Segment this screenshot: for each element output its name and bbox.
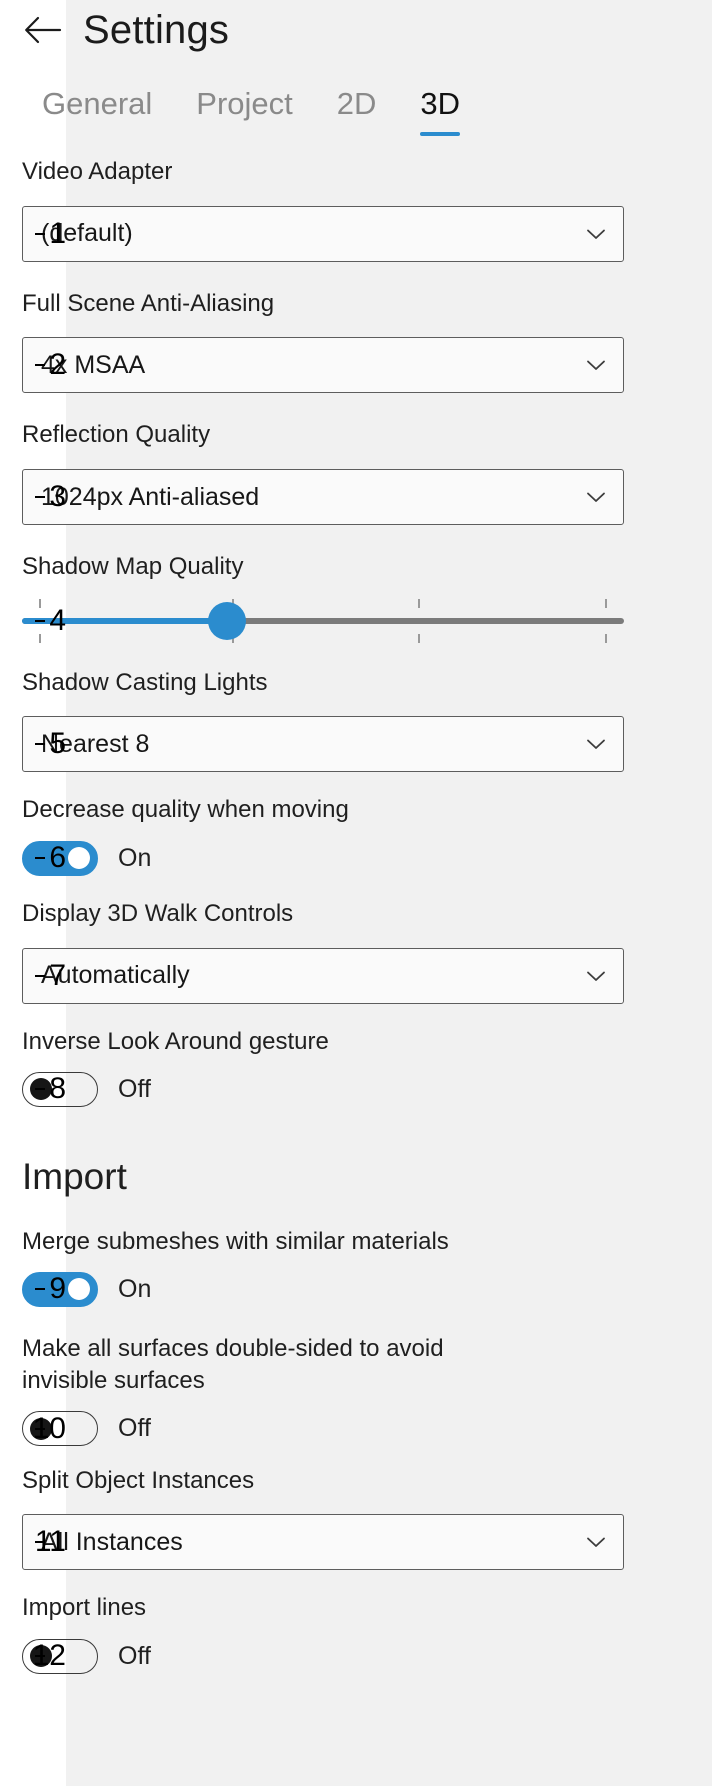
toggle-knob bbox=[68, 1278, 90, 1300]
dropdown-full-scene-anti-aliasing-value: 4x MSAA bbox=[41, 351, 583, 380]
toggle-inverse-look-around-gesture-state: Off bbox=[118, 1075, 151, 1104]
toggle-double-sided[interactable] bbox=[22, 1411, 98, 1446]
dropdown-shadow-casting-lights-value: Nearest 8 bbox=[41, 730, 583, 759]
chevron-down-icon bbox=[583, 484, 609, 510]
dropdown-reflection-quality[interactable]: 1024px Anti-aliased bbox=[22, 469, 624, 525]
toggle-merge-submeshes[interactable] bbox=[22, 1272, 98, 1307]
dropdown-video-adapter[interactable]: (default) bbox=[22, 206, 624, 262]
row-inverse-look-around-gesture: Off bbox=[0, 1067, 646, 1111]
slider-tick bbox=[418, 599, 420, 608]
label-shadow-map-quality: Shadow Map Quality bbox=[0, 551, 646, 583]
dropdown-video-adapter-value: (default) bbox=[41, 219, 583, 248]
slider-tick bbox=[39, 599, 41, 608]
toggle-merge-submeshes-state: On bbox=[118, 1275, 151, 1304]
row-double-sided: Off bbox=[0, 1407, 646, 1451]
label-import-lines: Import lines bbox=[0, 1592, 646, 1624]
label-video-adapter: Video Adapter bbox=[0, 156, 646, 188]
dropdown-display-3d-walk-controls-value: Automatically bbox=[41, 961, 583, 990]
slider-shadow-map-quality[interactable] bbox=[22, 597, 624, 645]
slider-tick bbox=[418, 634, 420, 643]
slider-tick bbox=[605, 599, 607, 608]
toggle-knob bbox=[30, 1645, 52, 1667]
toggle-decrease-quality-when-moving-state: On bbox=[118, 844, 151, 873]
dropdown-full-scene-anti-aliasing[interactable]: 4x MSAA bbox=[22, 337, 624, 393]
dropdown-display-3d-walk-controls[interactable]: Automatically bbox=[22, 948, 624, 1004]
toggle-decrease-quality-when-moving[interactable] bbox=[22, 841, 98, 876]
section-heading-import: Import bbox=[0, 1155, 646, 1199]
page-title: Settings bbox=[83, 10, 229, 50]
settings-header: Settings bbox=[21, 8, 229, 52]
row-merge-submeshes: On bbox=[0, 1267, 646, 1311]
toggle-inverse-look-around-gesture[interactable] bbox=[22, 1072, 98, 1107]
slider-tick bbox=[605, 634, 607, 643]
toggle-double-sided-state: Off bbox=[118, 1414, 151, 1443]
label-shadow-casting-lights: Shadow Casting Lights bbox=[0, 667, 646, 699]
screenshot-root: Settings General Project 2D 3D Video Ada… bbox=[0, 0, 712, 1786]
label-split-object-instances: Split Object Instances bbox=[0, 1465, 646, 1497]
slider-tick bbox=[39, 634, 41, 643]
settings-tabs: General Project 2D 3D bbox=[20, 86, 482, 136]
chevron-down-icon bbox=[583, 352, 609, 378]
toggle-import-lines[interactable] bbox=[22, 1639, 98, 1674]
toggle-knob bbox=[30, 1418, 52, 1440]
label-decrease-quality-when-moving: Decrease quality when moving bbox=[0, 794, 646, 826]
toggle-knob bbox=[30, 1078, 52, 1100]
tab-project[interactable]: Project bbox=[174, 86, 314, 136]
label-reflection-quality: Reflection Quality bbox=[0, 419, 646, 451]
tab-3d[interactable]: 3D bbox=[398, 86, 482, 136]
chevron-down-icon bbox=[583, 221, 609, 247]
dropdown-split-object-instances-value: All Instances bbox=[41, 1528, 583, 1557]
arrow-left-icon[interactable] bbox=[21, 8, 65, 52]
dropdown-shadow-casting-lights[interactable]: Nearest 8 bbox=[22, 716, 624, 772]
tab-general[interactable]: General bbox=[20, 86, 174, 136]
chevron-down-icon bbox=[583, 1529, 609, 1555]
slider-fill bbox=[22, 618, 227, 624]
label-inverse-look-around-gesture: Inverse Look Around gesture bbox=[0, 1026, 646, 1058]
chevron-down-icon bbox=[583, 963, 609, 989]
label-merge-submeshes: Merge submeshes with similar materials bbox=[0, 1226, 646, 1258]
label-display-3d-walk-controls: Display 3D Walk Controls bbox=[0, 898, 646, 930]
dropdown-reflection-quality-value: 1024px Anti-aliased bbox=[41, 483, 583, 512]
chevron-down-icon bbox=[583, 731, 609, 757]
tab-2d[interactable]: 2D bbox=[315, 86, 399, 136]
slider-thumb[interactable] bbox=[208, 602, 246, 640]
toggle-knob bbox=[68, 847, 90, 869]
row-decrease-quality-when-moving: On bbox=[0, 836, 646, 880]
label-full-scene-anti-aliasing: Full Scene Anti-Aliasing bbox=[0, 288, 646, 320]
settings-content: Video Adapter (default) Full Scene Anti-… bbox=[0, 146, 646, 1678]
toggle-import-lines-state: Off bbox=[118, 1642, 151, 1671]
dropdown-split-object-instances[interactable]: All Instances bbox=[22, 1514, 624, 1570]
row-import-lines: Off bbox=[0, 1634, 646, 1678]
label-double-sided: Make all surfaces double-sided to avoid … bbox=[0, 1333, 470, 1396]
